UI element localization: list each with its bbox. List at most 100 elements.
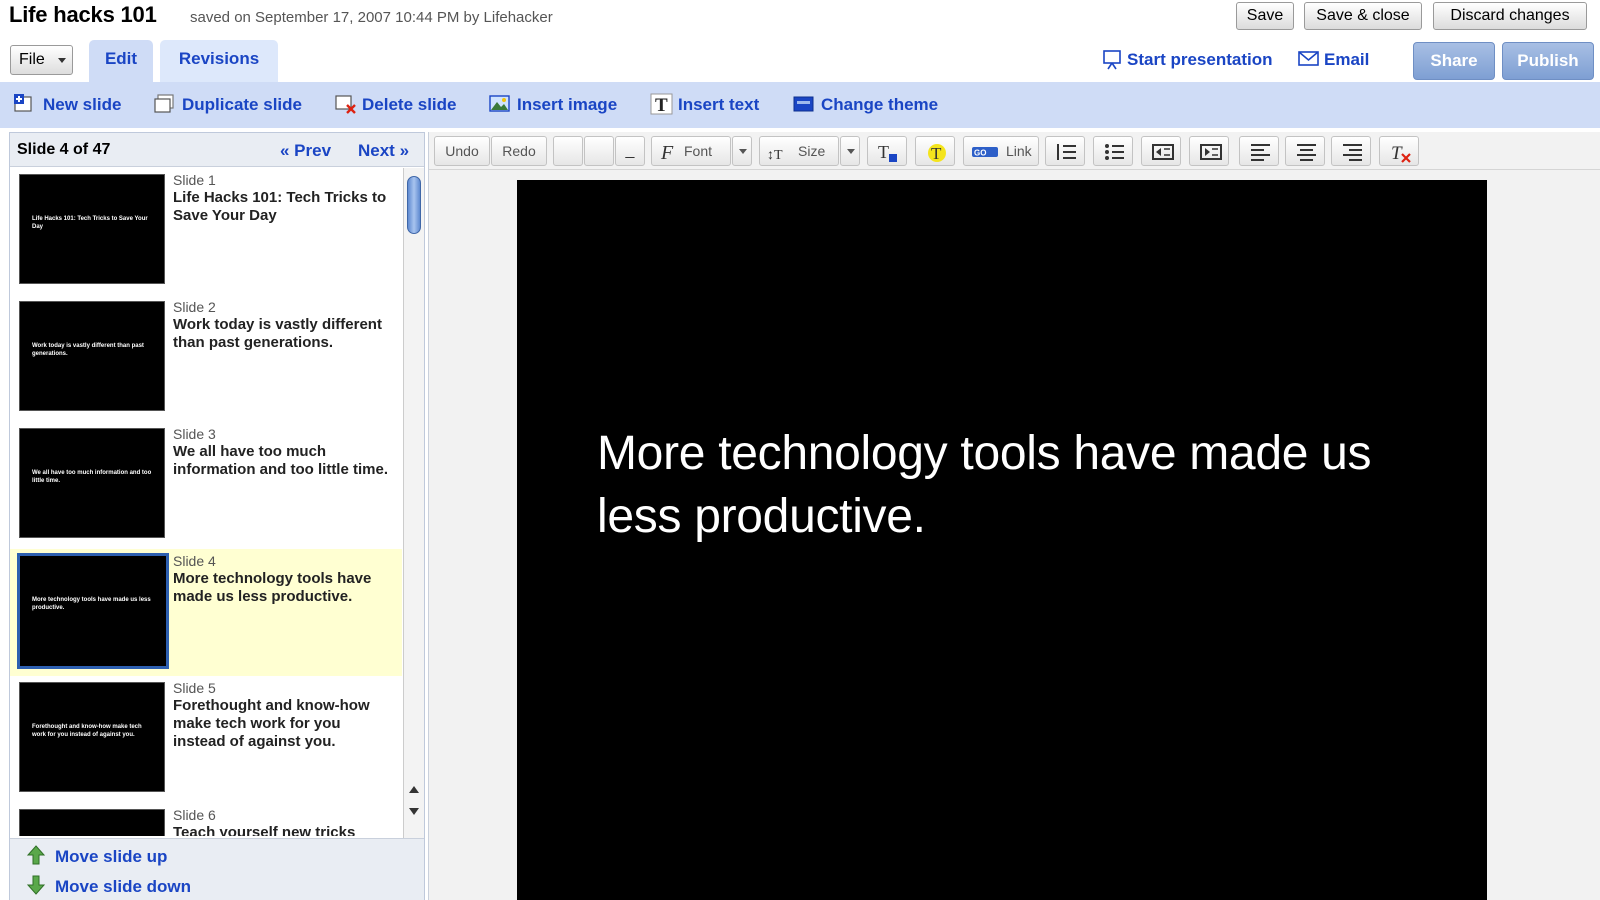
clear-formatting-icon: T (1391, 143, 1411, 164)
blank-tool-button[interactable] (553, 136, 583, 166)
delete-slide-button[interactable]: Delete slide (362, 95, 457, 115)
blank-tool-button[interactable] (584, 136, 614, 166)
svg-text:T: T (1391, 143, 1403, 164)
chevron-down-icon (739, 149, 747, 154)
clear-formatting-button[interactable]: T (1379, 136, 1419, 166)
link-icon: GO (972, 147, 998, 158)
align-center-button[interactable] (1285, 136, 1325, 166)
font-icon: F (660, 142, 674, 162)
undo-button[interactable]: Undo (434, 136, 490, 166)
slide-caption: Forethought and know-how make tech work … (173, 697, 370, 750)
align-left-icon (1251, 144, 1270, 161)
arrow-down-icon[interactable] (27, 875, 45, 895)
font-dropdown-arrow[interactable] (732, 136, 752, 166)
slide-number: Slide 5 (173, 680, 216, 696)
email-link[interactable]: Email (1324, 50, 1369, 70)
numbered-list-button[interactable] (1045, 136, 1085, 166)
change-theme-button[interactable]: Change theme (821, 95, 938, 115)
tab-edit[interactable]: Edit (89, 40, 153, 82)
insert-image-icon[interactable] (488, 93, 512, 115)
increase-indent-button[interactable] (1189, 136, 1229, 166)
link-button[interactable]: GO Link (963, 136, 1039, 166)
bulleted-list-icon (1105, 144, 1124, 160)
slide-caption: More technology tools have made us less … (173, 570, 372, 605)
slide-list-item-selected[interactable]: More technology tools have made us less … (10, 549, 402, 676)
thumbnail-text: Work today is vastly different than past… (32, 343, 144, 357)
file-menu-button[interactable]: File (10, 45, 73, 75)
font-size-icon: ↕T (767, 148, 783, 162)
thumbnail-text: More technology tools have made us less … (32, 597, 151, 611)
font-menu-button[interactable]: F Font (651, 136, 731, 166)
insert-text-icon[interactable]: T (650, 93, 674, 115)
delete-slide-icon[interactable] (334, 93, 358, 115)
font-menu-label: Font (684, 143, 713, 159)
next-slide-link[interactable]: Next » (358, 141, 409, 161)
slide-caption: We all have too much information and too… (173, 443, 388, 478)
slide-list-item[interactable]: We all have too much information and too… (10, 422, 402, 549)
slide-thumbnail[interactable]: Forethought and know-how make tech work … (19, 682, 165, 792)
size-menu-label: Size (798, 143, 826, 159)
save-button[interactable]: Save (1236, 2, 1294, 30)
increase-indent-icon (1200, 144, 1222, 160)
move-slide-up-link[interactable]: Move slide up (55, 847, 167, 867)
save-close-button[interactable]: Save & close (1304, 2, 1422, 30)
document-title[interactable]: Life hacks 101 (9, 2, 157, 28)
slide-list-scrollbar[interactable] (403, 168, 424, 838)
formatting-toolbar: Undo Redo _ F Font ↕T Size T T GO Link T (429, 132, 1600, 170)
slide-heading-text[interactable]: More technology tools have made us less … (597, 422, 1437, 548)
slide-number: Slide 2 (173, 299, 216, 315)
bulleted-list-button[interactable] (1093, 136, 1133, 166)
start-presentation-link[interactable]: Start presentation (1127, 50, 1272, 70)
scroll-up-arrow-icon[interactable] (409, 786, 419, 793)
title-bar: Life hacks 101 saved on September 17, 20… (0, 0, 1600, 36)
size-dropdown-arrow[interactable] (840, 136, 860, 166)
text-color-button[interactable]: T (867, 136, 907, 166)
insert-text-button[interactable]: Insert text (678, 95, 759, 115)
slide-list-item[interactable]: Work today is vastly different than past… (10, 295, 402, 422)
new-slide-icon[interactable] (13, 93, 37, 115)
svg-text:T: T (878, 142, 889, 162)
slide-list-item[interactable]: Life Hacks 101: Tech Tricks to Save Your… (10, 168, 402, 295)
scrollbar-thumb[interactable] (407, 176, 421, 234)
slide-list-item[interactable]: Forethought and know-how make tech work … (10, 676, 402, 803)
svg-text:GO: GO (974, 149, 986, 158)
share-button[interactable]: Share (1413, 42, 1495, 80)
insert-image-button[interactable]: Insert image (517, 95, 617, 115)
slide-number: Slide 1 (173, 172, 216, 188)
slide-thumbnail[interactable] (19, 809, 165, 836)
move-slide-down-link[interactable]: Move slide down (55, 877, 191, 897)
move-slide-area: Move slide up Move slide down (10, 838, 424, 900)
align-right-icon (1343, 144, 1362, 161)
duplicate-slide-icon[interactable] (153, 93, 177, 115)
slide-number: Slide 6 (173, 807, 216, 823)
slide-thumbnail[interactable]: We all have too much information and too… (19, 428, 165, 538)
change-theme-icon[interactable] (792, 93, 816, 115)
presentation-icon[interactable] (1103, 50, 1125, 70)
slide-number: Slide 3 (173, 426, 216, 442)
decrease-indent-button[interactable] (1141, 136, 1181, 166)
duplicate-slide-button[interactable]: Duplicate slide (182, 95, 302, 115)
arrow-up-icon[interactable] (27, 845, 45, 865)
redo-button[interactable]: Redo (491, 136, 547, 166)
size-menu-button[interactable]: ↕T Size (759, 136, 839, 166)
publish-button[interactable]: Publish (1502, 42, 1594, 80)
align-left-button[interactable] (1239, 136, 1279, 166)
slide-canvas[interactable]: More technology tools have made us less … (517, 180, 1487, 900)
slide-thumbnail[interactable]: Work today is vastly different than past… (19, 301, 165, 411)
slide-caption: Life Hacks 101: Tech Tricks to Save Your… (173, 189, 387, 224)
align-right-button[interactable] (1331, 136, 1371, 166)
discard-changes-button[interactable]: Discard changes (1433, 2, 1587, 30)
email-icon[interactable] (1298, 50, 1320, 68)
slide-count: Slide 4 of 47 (17, 141, 111, 158)
slide-thumbnail[interactable]: More technology tools have made us less … (17, 553, 169, 669)
scroll-down-arrow-icon[interactable] (409, 808, 419, 815)
minus-tool-button[interactable]: _ (615, 136, 645, 166)
slide-thumbnail[interactable]: Life Hacks 101: Tech Tricks to Save Your… (19, 174, 165, 284)
new-slide-button[interactable]: New slide (43, 95, 121, 115)
tab-revisions[interactable]: Revisions (160, 40, 278, 82)
prev-slide-link[interactable]: « Prev (280, 141, 331, 161)
slide-list-item[interactable]: Slide 6 Teach yourself new tricks (10, 803, 402, 836)
highlight-color-button[interactable]: T (915, 136, 955, 166)
chevron-down-icon (58, 58, 66, 63)
link-label: Link (1006, 143, 1032, 159)
